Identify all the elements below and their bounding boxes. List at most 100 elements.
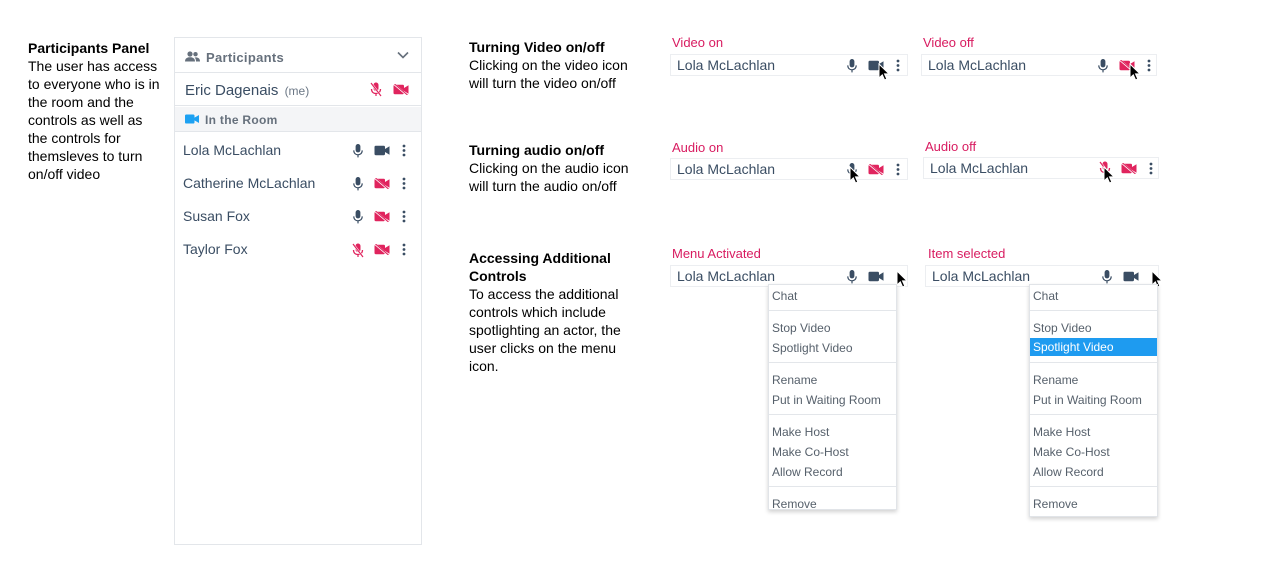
controls-line: controls which include xyxy=(469,304,606,320)
menu-item-chat[interactable]: Chat xyxy=(1030,287,1157,305)
participant-name-me: Eric Dagenais (me) xyxy=(185,82,309,99)
menu-divider xyxy=(1030,414,1157,415)
menu-divider xyxy=(769,310,896,311)
participant-bar-audio-on: Lola McLachlan xyxy=(670,158,908,180)
video-off-label: Video off xyxy=(923,35,974,50)
participant-name: Lola McLachlan xyxy=(928,57,1027,73)
menu-item-make-co-host[interactable]: Make Co-Host xyxy=(769,443,896,461)
more-vertical-icon[interactable] xyxy=(402,144,406,157)
menu-item-make-co-host[interactable]: Make Co-Host xyxy=(1030,443,1157,461)
controls-line: icon. xyxy=(469,358,499,374)
controls-section-description: To access the additional controls which … xyxy=(469,285,659,375)
participant-bar-video-off: Lola McLachlan xyxy=(921,54,1157,76)
menu-item-allow-record[interactable]: Allow Record xyxy=(1030,463,1157,481)
audio-line: will turn the audio on/off xyxy=(469,178,617,194)
participants-panel: Participants Eric Dagenais (me) In the R… xyxy=(174,37,422,545)
menu-divider xyxy=(1030,486,1157,487)
intro-line: themsleves to turn xyxy=(28,148,143,164)
cursor-pointer-icon xyxy=(1129,63,1141,81)
mic-off-icon[interactable] xyxy=(370,82,382,97)
menu-item-waiting-room[interactable]: Put in Waiting Room xyxy=(769,391,896,409)
audio-section-title: Turning audio on/off xyxy=(469,142,605,158)
video-off-icon[interactable] xyxy=(1121,163,1137,174)
item-selected-label: Item selected xyxy=(928,246,1006,261)
participant-bar-video-on: Lola McLachlan xyxy=(670,54,908,76)
menu-item-spotlight-video-selected[interactable]: Spotlight Video xyxy=(1030,338,1157,356)
menu-item-stop-video[interactable]: Stop Video xyxy=(1030,319,1157,337)
mic-on-icon[interactable] xyxy=(353,144,363,158)
menu-item-remove[interactable]: Remove xyxy=(769,495,896,509)
mic-on-icon[interactable] xyxy=(1102,270,1112,284)
participant-name: Lola McLachlan xyxy=(932,268,1031,284)
intro-line: on/off video xyxy=(28,166,101,182)
menu-item-make-host[interactable]: Make Host xyxy=(769,423,896,441)
menu-item-rename[interactable]: Rename xyxy=(1030,371,1157,389)
participant-name: Susan Fox xyxy=(183,208,250,224)
video-on-icon[interactable] xyxy=(374,145,390,156)
intro-title: Participants Panel xyxy=(28,40,150,56)
controls-title-line: Controls xyxy=(469,268,527,284)
menu-item-spotlight-video[interactable]: Spotlight Video xyxy=(769,339,896,357)
cursor-pointer-icon xyxy=(878,63,890,81)
intro-line: the room and the xyxy=(28,94,134,110)
audio-section-description: Clicking on the audio icon will turn the… xyxy=(469,159,659,195)
participant-name: Catherine McLachlan xyxy=(183,175,316,191)
video-camera-icon xyxy=(185,114,199,124)
menu-item-remove[interactable]: Remove xyxy=(1030,495,1157,513)
video-section-description: Clicking on the video icon will turn the… xyxy=(469,56,659,92)
video-on-icon[interactable] xyxy=(868,271,884,282)
more-vertical-icon[interactable] xyxy=(402,177,406,190)
more-vertical-icon[interactable] xyxy=(402,243,406,256)
video-off-icon[interactable] xyxy=(393,84,409,95)
video-on-label: Video on xyxy=(672,35,724,50)
menu-item-stop-video[interactable]: Stop Video xyxy=(769,319,896,337)
more-vertical-icon[interactable] xyxy=(896,163,900,176)
participant-context-menu-selected: Chat Stop Video Spotlight Video Rename P… xyxy=(1029,284,1158,517)
participant-name: Lola McLachlan xyxy=(677,57,776,73)
controls-title-line: Accessing Additional xyxy=(469,250,611,266)
controls-line: user clicks on the menu xyxy=(469,340,617,356)
panel-header[interactable]: Participants xyxy=(175,38,421,73)
chevron-down-icon[interactable] xyxy=(397,51,409,59)
menu-divider xyxy=(769,362,896,363)
video-off-icon[interactable] xyxy=(868,164,884,175)
more-vertical-icon[interactable] xyxy=(1147,59,1151,72)
intro-line: to everyone who is in xyxy=(28,76,160,92)
video-off-icon[interactable] xyxy=(374,211,390,222)
menu-item-make-host[interactable]: Make Host xyxy=(1030,423,1157,441)
mic-on-icon[interactable] xyxy=(847,270,857,284)
mic-off-icon[interactable] xyxy=(352,243,364,258)
video-off-icon[interactable] xyxy=(374,178,390,189)
participant-name: Taylor Fox xyxy=(183,241,248,257)
in-room-header: In the Room xyxy=(175,107,421,132)
people-icon xyxy=(185,51,200,62)
menu-divider xyxy=(769,486,896,487)
cursor-pointer-icon xyxy=(1103,166,1115,184)
video-line: Clicking on the video icon xyxy=(469,57,628,73)
participant-row: Lola McLachlan xyxy=(175,134,421,167)
participant-name: Lola McLachlan xyxy=(930,160,1029,176)
video-on-icon[interactable] xyxy=(1123,271,1139,282)
menu-item-allow-record[interactable]: Allow Record xyxy=(769,463,896,481)
participant-context-menu: Chat Stop Video Spotlight Video Rename P… xyxy=(768,284,897,510)
more-vertical-icon[interactable] xyxy=(402,210,406,223)
more-vertical-icon[interactable] xyxy=(896,59,900,72)
menu-item-chat[interactable]: Chat xyxy=(769,287,896,305)
menu-item-rename[interactable]: Rename xyxy=(769,371,896,389)
in-room-label: In the Room xyxy=(205,113,278,127)
participant-row: Taylor Fox xyxy=(175,233,421,266)
mic-on-icon[interactable] xyxy=(1098,59,1108,73)
menu-divider xyxy=(769,414,896,415)
mic-on-icon[interactable] xyxy=(353,210,363,224)
menu-activated-label: Menu Activated xyxy=(672,246,761,261)
panel-title: Participants xyxy=(206,50,285,65)
menu-item-waiting-room[interactable]: Put in Waiting Room xyxy=(1030,391,1157,409)
mic-on-icon[interactable] xyxy=(353,177,363,191)
mic-on-icon[interactable] xyxy=(847,59,857,73)
video-off-icon[interactable] xyxy=(374,244,390,255)
more-vertical-icon[interactable] xyxy=(1149,162,1153,175)
intro-line: the controls for xyxy=(28,130,121,146)
participant-row: Catherine McLachlan xyxy=(175,167,421,200)
audio-line: Clicking on the audio icon xyxy=(469,160,629,176)
participant-row-me: Eric Dagenais (me) xyxy=(175,73,421,106)
